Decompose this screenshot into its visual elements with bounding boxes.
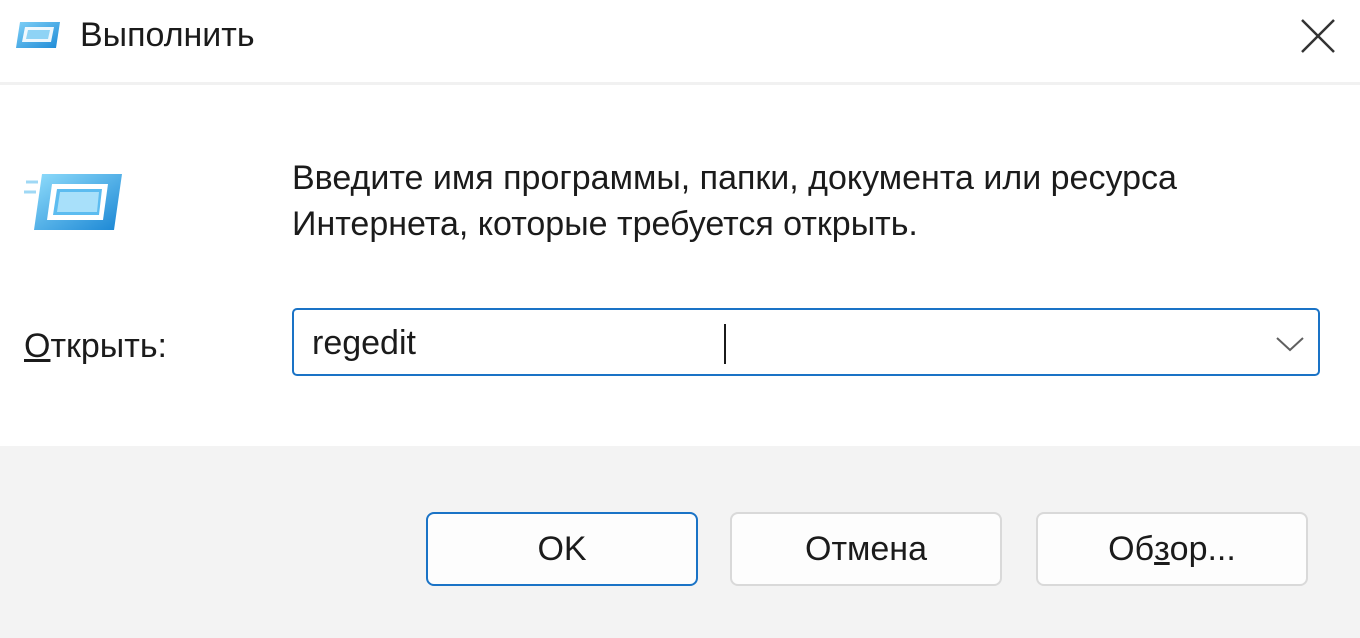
dialog-description: Введите имя программы, папки, документа …	[292, 155, 1332, 247]
close-button[interactable]	[1290, 8, 1346, 64]
run-dialog: Выполнить Введите имя программы, папки, …	[0, 0, 1360, 638]
run-icon	[24, 168, 124, 236]
window-title: Выполнить	[80, 16, 255, 54]
open-label-accelerator: О	[24, 327, 51, 365]
open-label: Открыть:	[24, 322, 167, 370]
dropdown-button[interactable]	[1272, 326, 1308, 362]
description-line: Введите имя программы, папки, документа …	[292, 159, 1177, 197]
description-line: Интернета, которые требуется открыть.	[292, 205, 918, 243]
browse-label-end: ор...	[1169, 529, 1236, 568]
button-bar: OK Отмена Об з ор...	[0, 446, 1360, 638]
ok-button[interactable]: OK	[426, 512, 698, 586]
browse-button[interactable]: Об з ор...	[1036, 512, 1308, 586]
text-caret	[724, 324, 726, 364]
browse-label-start: Об	[1108, 529, 1155, 568]
open-combobox[interactable]	[292, 308, 1320, 376]
open-input[interactable]	[312, 319, 1212, 367]
chevron-down-icon	[1276, 337, 1304, 352]
run-icon	[14, 20, 62, 50]
open-label-text: ткрыть:	[50, 327, 167, 365]
cancel-button[interactable]: Отмена	[730, 512, 1002, 586]
browse-label-accelerator: з	[1154, 529, 1170, 568]
title-bar[interactable]: Выполнить	[0, 0, 1360, 85]
close-icon	[1301, 19, 1335, 53]
